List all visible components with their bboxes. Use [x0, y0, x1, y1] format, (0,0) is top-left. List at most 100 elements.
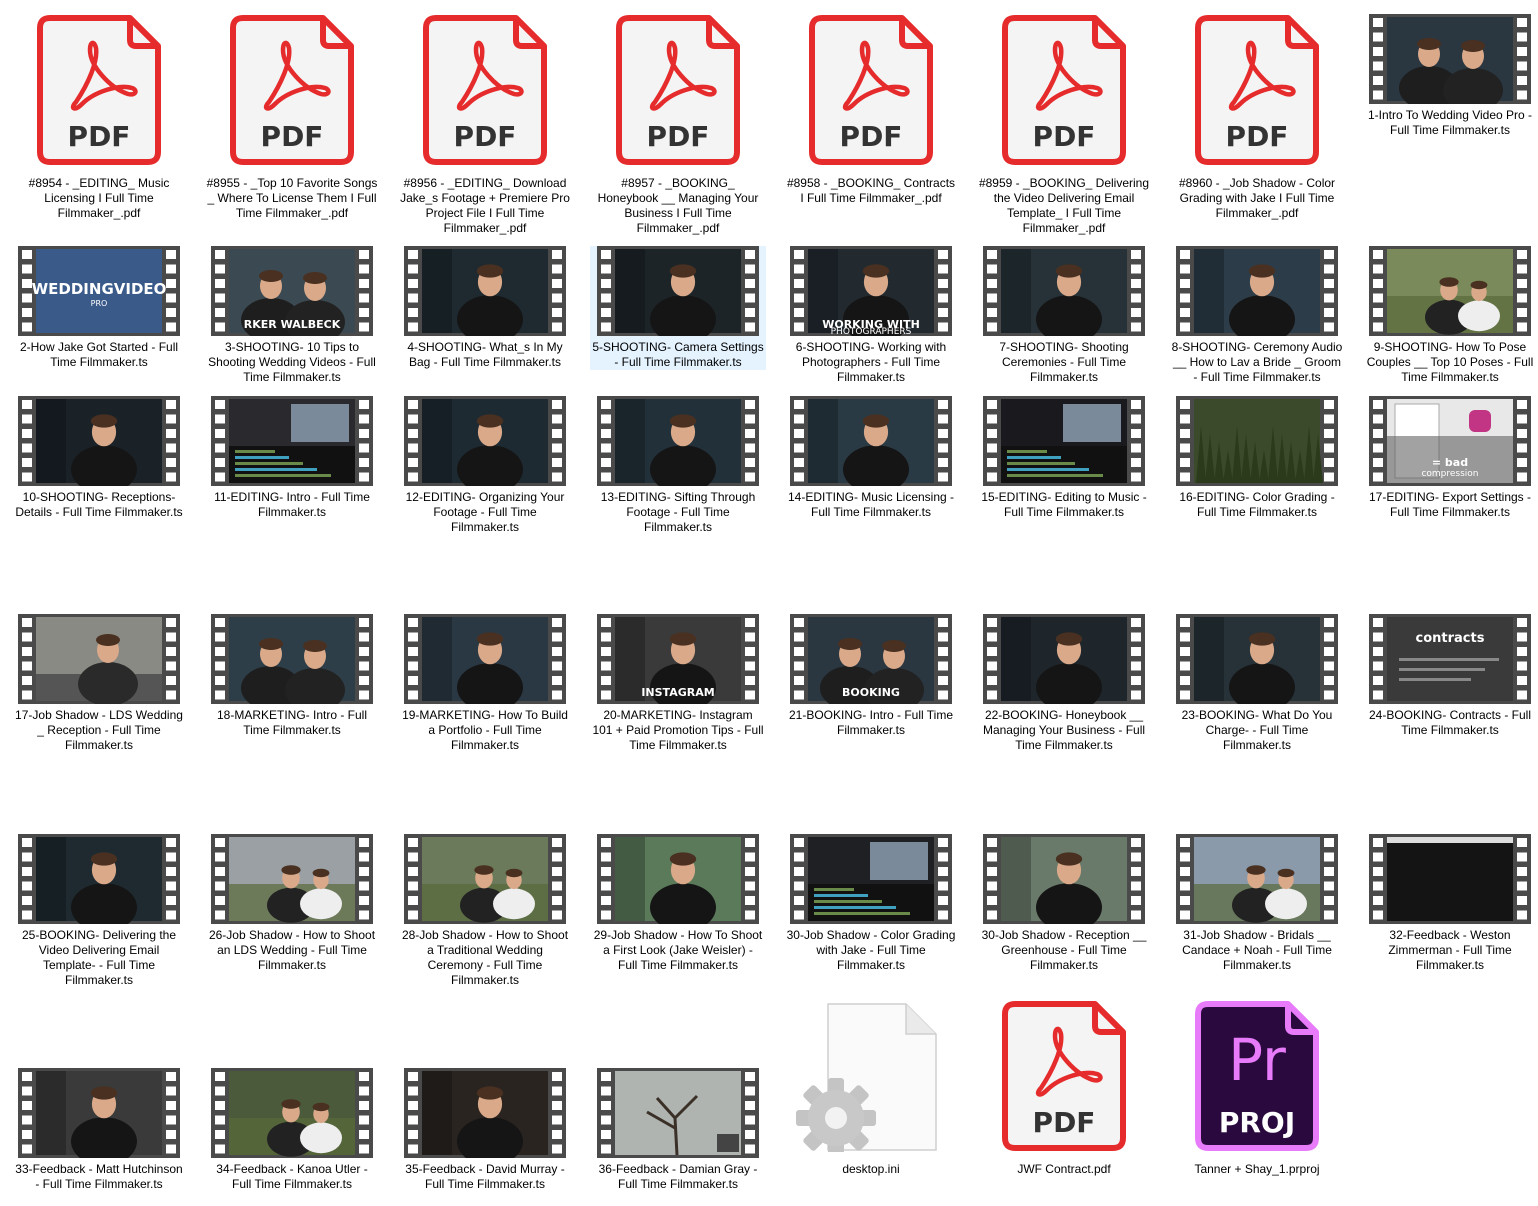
- file-item[interactable]: PDF #8960 - _Job Shadow - Color Grading w…: [1169, 14, 1345, 221]
- file-item[interactable]: 4-SHOOTING- What_s In My Bag - Full Time…: [397, 246, 573, 370]
- film-sprocket: [987, 661, 997, 671]
- file-item[interactable]: 13-EDITING- Sifting Through Footage - Fu…: [590, 396, 766, 535]
- file-item[interactable]: PDF #8955 - _Top 10 Favorite Songs _ Wher…: [204, 14, 380, 221]
- film-sprocket: [22, 896, 32, 905]
- video-file-icon: [983, 614, 1145, 704]
- file-item[interactable]: 19-MARKETING- How To Build a Portfolio -…: [397, 614, 573, 753]
- film-sprocket: [552, 400, 562, 409]
- file-name-label: 29-Job Shadow - How To Shoot a First Loo…: [593, 928, 763, 972]
- film-sprocket: [1180, 676, 1190, 685]
- file-item[interactable]: 12-EDITING- Organizing Your Footage - Fu…: [397, 396, 573, 535]
- file-item[interactable]: 17-Job Shadow - LDS Wedding _ Reception …: [11, 614, 187, 753]
- file-item[interactable]: 11-EDITING- Intro - Full Time Filmmaker.…: [204, 396, 380, 520]
- file-type-badge: PDF: [647, 120, 710, 153]
- video-file-icon: [404, 834, 566, 924]
- film-sprocket: [22, 400, 32, 409]
- file-item[interactable]: PDF #8957 - _BOOKING_ Honeybook __ Managi…: [590, 14, 766, 236]
- film-sprocket: [1324, 458, 1334, 467]
- film-sprocket: [1180, 308, 1190, 317]
- film-sprocket: [1131, 676, 1141, 685]
- thumbnail-overlay-text: RKER WALBECK: [244, 318, 341, 331]
- film-sprocket: [601, 676, 611, 685]
- file-item[interactable]: 7-SHOOTING- Shooting Ceremonies - Full T…: [976, 246, 1152, 385]
- file-name-label: 31-Job Shadow - Bridals __ Candace + Noa…: [1182, 928, 1332, 972]
- file-item[interactable]: WEDDINGVIDEO PRO 2-How Jake Got Started - …: [11, 246, 187, 370]
- file-name-label: 11-EDITING- Intro - Full Time Filmmaker.…: [214, 490, 370, 519]
- film-sprocket: [166, 293, 176, 303]
- file-item[interactable]: 10-SHOOTING- Receptions-Details - Full T…: [11, 396, 187, 520]
- film-sprocket: [359, 1086, 369, 1096]
- film-sprocket: [601, 293, 611, 303]
- film-sprocket: [987, 472, 997, 482]
- film-sprocket: [1324, 400, 1334, 409]
- file-item[interactable]: 18-MARKETING- Intro - Full Time Filmmake…: [204, 614, 380, 738]
- file-item[interactable]: = bad compression 17-EDITING- Export Setti…: [1362, 396, 1538, 520]
- film-sprocket: [215, 293, 225, 303]
- film-sprocket: [166, 1086, 176, 1096]
- video-file-icon: WEDDINGVIDEO PRO: [18, 246, 180, 336]
- file-item[interactable]: 34-Feedback - Kanoa Utler - Full Time Fi…: [204, 1068, 380, 1192]
- film-sprocket: [601, 1115, 611, 1125]
- file-item[interactable]: PDF #8958 - _BOOKING_ Contracts I Full Ti…: [783, 14, 959, 206]
- file-item[interactable]: PDF JWF Contract.pdf: [976, 1000, 1152, 1177]
- file-type-badge: PDF: [261, 120, 324, 153]
- film-sprocket: [1324, 632, 1334, 642]
- file-item[interactable]: Pr PROJ Tanner + Shay_1.prproj: [1169, 1000, 1345, 1177]
- file-item[interactable]: RKER WALBECK 3-SHOOTING- 10 Tips to Shoot…: [204, 246, 380, 385]
- file-item[interactable]: 30-Job Shadow - Color Grading with Jake …: [783, 834, 959, 973]
- film-sprocket: [1517, 647, 1527, 656]
- file-item[interactable]: BOOKING 21-BOOKING- Intro - Full Time Fil…: [783, 614, 959, 738]
- film-sprocket: [601, 264, 611, 274]
- file-item[interactable]: 23-BOOKING- What Do You Charge- - Full T…: [1169, 614, 1345, 753]
- film-sprocket: [166, 1130, 176, 1139]
- file-item[interactable]: 33-Feedback - Matt Hutchinson - Full Tim…: [11, 1068, 187, 1192]
- file-name-label: 17-Job Shadow - LDS Wedding _ Reception …: [15, 708, 183, 752]
- file-item[interactable]: 15-EDITING- Editing to Music - Full Time…: [976, 396, 1152, 520]
- film-sprocket: [745, 867, 755, 876]
- file-item[interactable]: INSTAGRAM 20-MARKETING- Instagram 101 + P…: [590, 614, 766, 753]
- file-item[interactable]: contracts 24-BOOKING- Contracts - Full Ti…: [1362, 614, 1538, 738]
- file-item[interactable]: 9-SHOOTING- How To Pose Couples __ Top 1…: [1362, 246, 1538, 385]
- film-sprocket: [1324, 322, 1334, 332]
- film-sprocket: [1517, 661, 1527, 671]
- file-item[interactable]: 35-Feedback - David Murray - Full Time F…: [397, 1068, 573, 1192]
- file-item[interactable]: PDF #8956 - _EDITING_ Download Jake_s Foo…: [397, 14, 573, 236]
- file-item[interactable]: 28-Job Shadow - How to Shoot a Tradition…: [397, 834, 573, 988]
- pdf-file-icon: PDF: [615, 14, 741, 166]
- film-sprocket: [794, 322, 804, 332]
- file-item[interactable]: PDF #8959 - _BOOKING_ Delivering the Vide…: [976, 14, 1152, 236]
- file-item[interactable]: 16-EDITING- Color Grading - Full Time Fi…: [1169, 396, 1345, 520]
- film-sprocket: [215, 690, 225, 700]
- file-item[interactable]: 14-EDITING- Music Licensing - Full Time …: [783, 396, 959, 520]
- file-item[interactable]: 5-SHOOTING- Camera Settings - Full Time …: [590, 246, 766, 370]
- file-item[interactable]: 25-BOOKING- Delivering the Video Deliver…: [11, 834, 187, 988]
- file-item[interactable]: 30-Job Shadow - Reception __ Greenhouse …: [976, 834, 1152, 973]
- film-sprocket: [745, 429, 755, 438]
- file-item[interactable]: 36-Feedback - Damian Gray - Full Time Fi…: [590, 1068, 766, 1192]
- film-sprocket: [215, 472, 225, 482]
- file-name-label: #8958 - _BOOKING_ Contracts I Full Time …: [786, 176, 956, 205]
- film-sprocket: [1180, 896, 1190, 905]
- file-name-label: 36-Feedback - Damian Gray - Full Time Fi…: [598, 1162, 758, 1191]
- file-name-label: 30-Job Shadow - Reception __ Greenhouse …: [981, 928, 1147, 972]
- file-item[interactable]: 29-Job Shadow - How To Shoot a First Loo…: [590, 834, 766, 973]
- file-type-badge: PDF: [840, 120, 903, 153]
- file-item[interactable]: 22-BOOKING- Honeybook __ Managing Your B…: [976, 614, 1152, 753]
- film-sprocket: [1517, 458, 1527, 467]
- file-item[interactable]: 26-Job Shadow - How to Shoot an LDS Wedd…: [204, 834, 380, 973]
- file-item[interactable]: 32-Feedback - Weston Zimmerman - Full Ti…: [1362, 834, 1538, 973]
- file-item[interactable]: WORKING WITH PHOTOGRAPHERS 6-SHOOTING- Wor…: [783, 246, 959, 385]
- file-item[interactable]: PDF #8954 - _EDITING_ Music Licensing I F…: [11, 14, 187, 221]
- file-item[interactable]: 31-Job Shadow - Bridals __ Candace + Noa…: [1169, 834, 1345, 973]
- file-item[interactable]: 8-SHOOTING- Ceremony Audio __ How to Lav…: [1169, 246, 1345, 385]
- film-sprocket: [215, 1115, 225, 1125]
- film-sprocket: [1180, 400, 1190, 409]
- file-item[interactable]: desktop.ini: [783, 1000, 959, 1177]
- film-sprocket: [987, 910, 997, 920]
- film-sprocket: [938, 264, 948, 274]
- film-sprocket: [215, 414, 225, 424]
- file-name-label: 1-Intro To Wedding Video Pro - Full Time…: [1367, 108, 1533, 137]
- video-file-icon: [211, 1068, 373, 1158]
- file-item[interactable]: 1-Intro To Wedding Video Pro - Full Time…: [1362, 14, 1538, 138]
- film-sprocket: [938, 867, 948, 876]
